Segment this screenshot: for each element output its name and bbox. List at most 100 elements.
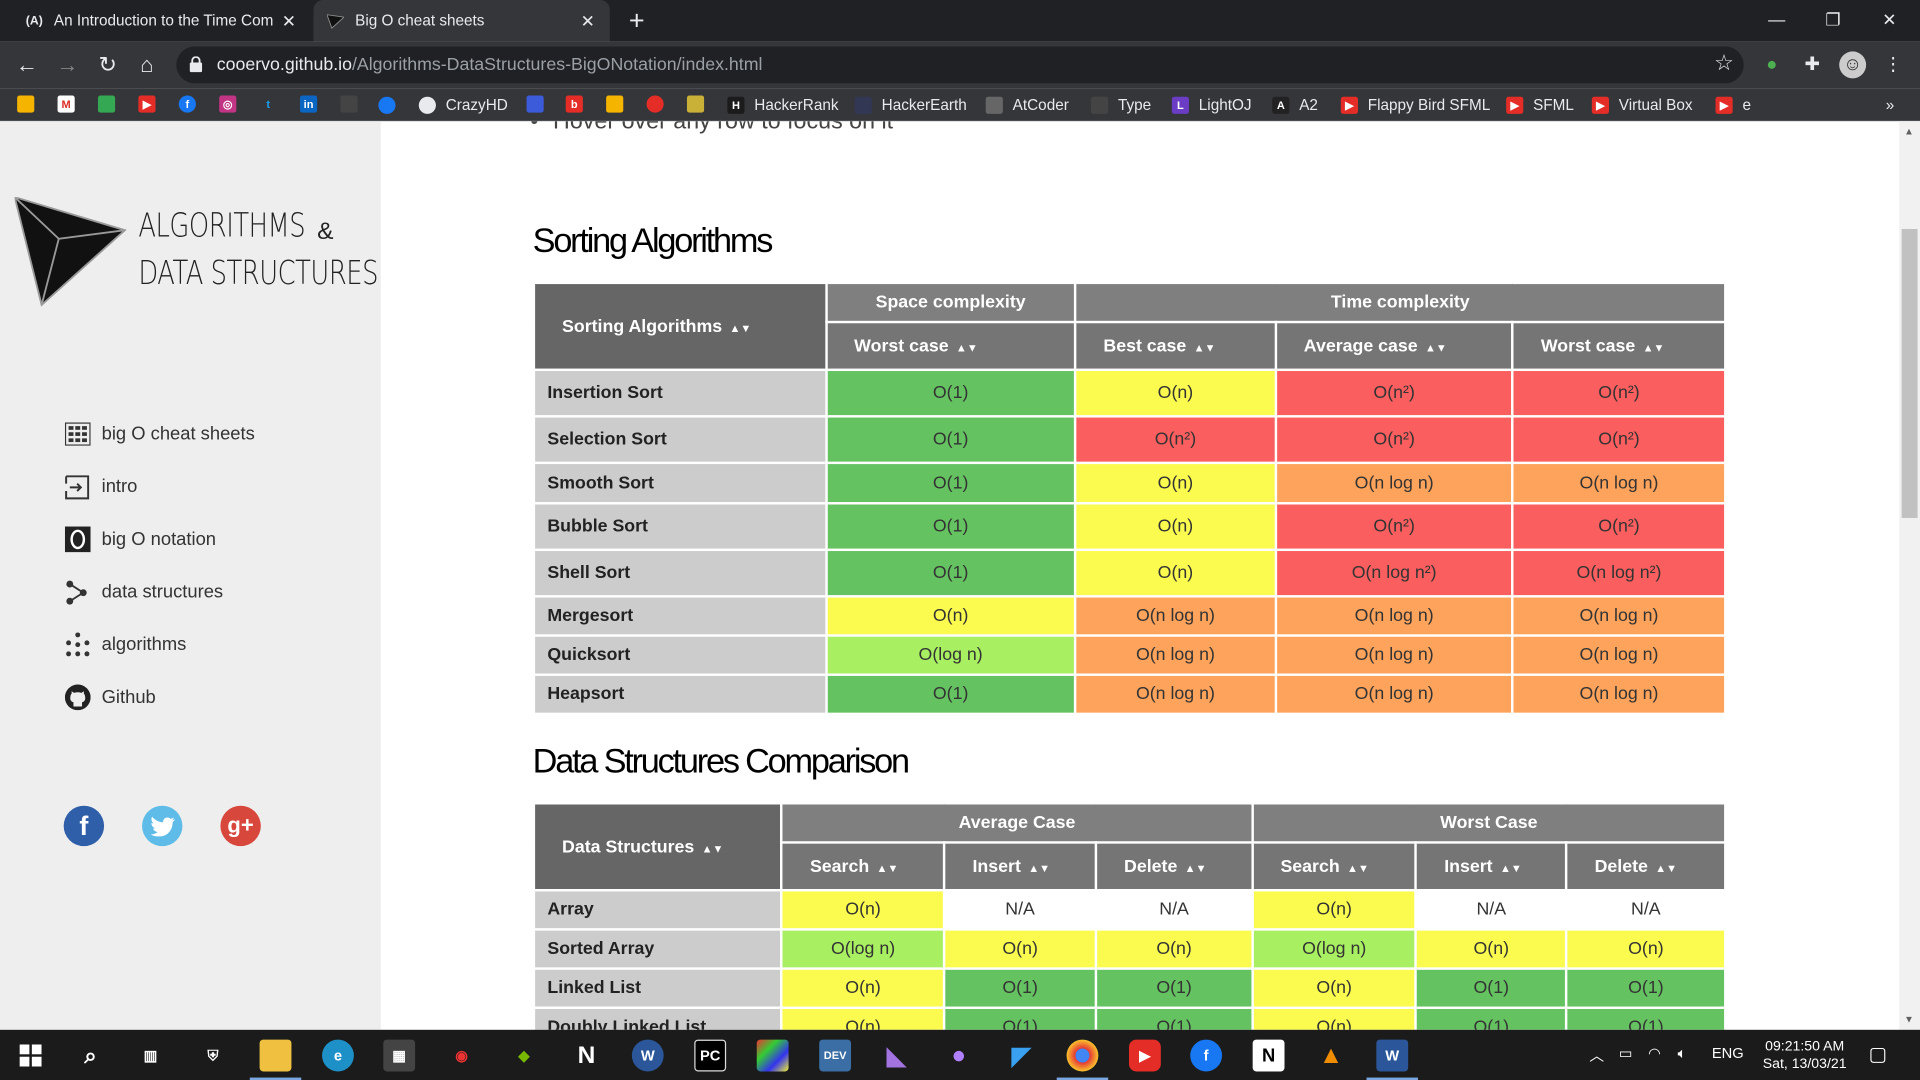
google-plus-icon[interactable]: g+ xyxy=(220,805,261,847)
omnibox[interactable]: cooervo.github.io/Algorithms-DataStructu… xyxy=(176,46,1744,84)
facebook-icon[interactable]: f xyxy=(178,95,196,113)
table-row[interactable]: Array O(n) N/A N/A O(n) N/A N/A xyxy=(532,888,1727,931)
bookmark-icon[interactable] xyxy=(686,95,705,113)
extension-icon[interactable]: ● xyxy=(1758,51,1785,78)
visual-studio-icon[interactable]: ◣ xyxy=(880,1040,912,1072)
notion-icon[interactable]: N xyxy=(1252,1039,1285,1072)
home-icon[interactable]: ⌂ xyxy=(132,51,161,78)
bookmark-hackerrank[interactable]: H HackerRank xyxy=(727,94,839,116)
bookmark-crazyhd[interactable] xyxy=(378,94,405,116)
bookmark-a2[interactable]: A A2 xyxy=(1272,94,1318,116)
app-w-icon[interactable]: W xyxy=(631,1039,664,1072)
youtube-icon[interactable]: ▶ xyxy=(138,95,156,113)
ds-column-header[interactable]: Search ▲▼ xyxy=(1251,841,1418,892)
ds-row-header[interactable]: Data Structures ▲▼ xyxy=(532,802,784,892)
app-icon[interactable]: ◉ xyxy=(446,1040,478,1072)
vscode-icon[interactable]: ◤ xyxy=(1005,1040,1037,1072)
edge-icon[interactable]: e xyxy=(322,1039,354,1072)
close-icon[interactable]: ✕ xyxy=(279,10,299,31)
nvidia-icon[interactable]: ◆ xyxy=(508,1040,540,1072)
table-row[interactable]: Heapsort O(1) O(n log n) O(n log n) O(n log … xyxy=(532,673,1727,716)
bookmark-icon[interactable] xyxy=(526,95,544,113)
bookmark-type[interactable]: Type xyxy=(1091,94,1151,116)
bookmarks-overflow-button[interactable]: » xyxy=(1886,94,1895,116)
sidebar-item-big-o-notation[interactable]: big O notation xyxy=(64,513,255,566)
github-desktop-icon[interactable]: ● xyxy=(943,1040,975,1072)
table-row[interactable]: Smooth Sort O(1) O(n) O(n log n) O(n log n) xyxy=(532,461,1727,505)
minimize-button[interactable]: — xyxy=(1749,0,1805,42)
bookmark-icon[interactable] xyxy=(646,95,664,113)
github-icon[interactable] xyxy=(340,95,358,113)
table-row[interactable]: Doubly Linked List O(n) O(1) O(1) O(n) O(1) O(… xyxy=(532,1006,1727,1030)
profile-avatar[interactable]: ☺ xyxy=(1839,51,1867,79)
twitter-icon[interactable]: t xyxy=(260,96,277,113)
search-icon[interactable]: ⌕ xyxy=(75,1040,107,1072)
battery-icon[interactable]: ▭ xyxy=(1619,1044,1633,1061)
best-case-header[interactable]: Best case ▲▼ xyxy=(1074,320,1277,372)
word-icon[interactable]: W xyxy=(1366,1039,1418,1080)
ds-column-header[interactable]: Search ▲▼ xyxy=(780,841,946,892)
twitter-icon[interactable] xyxy=(142,805,183,847)
store-icon[interactable]: ▦ xyxy=(383,1039,416,1072)
table-row[interactable]: Linked List O(n) O(1) O(1) O(n) O(1) O(1) xyxy=(532,967,1727,1009)
tab-big-o-cheat-sheets[interactable]: Big O cheat sheets ✕ xyxy=(313,0,610,42)
sidebar-item-github[interactable]: Github xyxy=(64,671,255,724)
wifi-icon[interactable]: ◠ xyxy=(1648,1044,1661,1061)
bookmark-star-icon[interactable]: ☆ xyxy=(1714,50,1734,76)
task-view-icon[interactable]: ▥ xyxy=(135,1040,167,1072)
bookmark-virtual-box[interactable]: ▶ Virtual Box xyxy=(1591,94,1693,116)
table-row[interactable]: Insertion Sort O(1) O(n) O(n²) O(n²) xyxy=(532,368,1727,418)
ds-column-header[interactable]: Delete ▲▼ xyxy=(1094,841,1254,892)
scroll-up-icon[interactable]: ▲ xyxy=(1904,126,1914,137)
language-indicator[interactable]: ENG xyxy=(1712,1044,1744,1061)
bookmark-e[interactable]: ▶ e xyxy=(1715,94,1751,116)
tab-introduction[interactable]: (A) An Introduction to the Time Com ✕ xyxy=(12,0,311,42)
worst-case-header[interactable]: Worst case ▲▼ xyxy=(1511,320,1727,372)
clock[interactable]: 09:21:50 AM Sat, 13/03/21 xyxy=(1763,1038,1847,1072)
facebook-icon[interactable]: f xyxy=(63,805,105,847)
youtube-icon[interactable]: ▶ xyxy=(1128,1039,1161,1072)
photos-icon[interactable] xyxy=(17,95,35,113)
scroll-down-icon[interactable]: ▼ xyxy=(1904,1014,1914,1025)
space-worst-header[interactable]: Worst case ▲▼ xyxy=(824,320,1077,372)
close-icon[interactable]: ✕ xyxy=(578,10,598,31)
table-row[interactable]: Sorted Array O(log n) O(n) O(n) O(log n) O(n)… xyxy=(532,928,1727,970)
app-colors-icon[interactable] xyxy=(756,1039,789,1072)
table-row[interactable]: Mergesort O(n) O(n log n) O(n log n) O(n log… xyxy=(532,595,1727,637)
table-row[interactable]: Bubble Sort O(1) O(n) O(n²) O(n²) xyxy=(532,502,1727,552)
back-button[interactable]: ← xyxy=(12,51,41,78)
bookmark-atcoder[interactable]: AtCoder xyxy=(985,94,1069,116)
scrollbar-thumb[interactable] xyxy=(1901,228,1918,518)
bookmark-flappy-bird[interactable]: ▶ Flappy Bird SFML xyxy=(1340,94,1490,116)
shield-icon[interactable]: ⛨ xyxy=(197,1040,229,1072)
ds-column-header[interactable]: Delete ▲▼ xyxy=(1565,841,1727,892)
windows-start-icon[interactable] xyxy=(15,1040,47,1072)
instagram-icon[interactable]: ◎ xyxy=(219,95,237,113)
average-case-header[interactable]: Average case ▲▼ xyxy=(1274,320,1514,372)
app-n-icon[interactable]: N xyxy=(571,1040,603,1072)
tray-chevron-icon[interactable]: ︿ xyxy=(1589,1044,1604,1065)
sidebar-item-intro[interactable]: intro xyxy=(64,460,255,513)
table-row[interactable]: Quicksort O(log n) O(n log n) O(n log n) O(n… xyxy=(532,634,1727,676)
volume-icon[interactable]: 🔈︎ xyxy=(1678,1044,1687,1062)
file-explorer-icon[interactable] xyxy=(249,1039,302,1080)
drive-icon[interactable] xyxy=(97,95,116,113)
notification-icon[interactable]: ▢ xyxy=(1869,1042,1888,1066)
table-row[interactable]: Shell Sort O(1) O(n) O(n log n²) O(n log n²) xyxy=(532,548,1727,598)
sidebar-item-algorithms[interactable]: algorithms xyxy=(64,618,255,671)
bookmark-hackerearth[interactable]: HackerEarth xyxy=(854,94,967,116)
bar-chart-icon[interactable] xyxy=(606,95,624,113)
bookmark-lightoj[interactable]: L LightOJ xyxy=(1171,94,1252,116)
sorting-row-header[interactable]: Sorting Algorithms ▲▼ xyxy=(532,281,828,372)
gmail-icon[interactable]: M xyxy=(57,95,75,113)
menu-kebab-icon[interactable]: ⋮ xyxy=(1880,51,1907,78)
close-window-button[interactable]: ✕ xyxy=(1861,0,1917,42)
bookmark-crazyhd-link[interactable]: CrazyHD xyxy=(418,94,508,116)
vlc-icon[interactable]: ▲ xyxy=(1315,1040,1347,1072)
puzzle-extensions-icon[interactable]: ✚ xyxy=(1799,51,1826,78)
bookmark-sfml[interactable]: ▶ SFML xyxy=(1506,94,1574,116)
facebook-icon[interactable]: f xyxy=(1190,1039,1223,1072)
linkedin-icon[interactable]: in xyxy=(300,95,318,113)
table-row[interactable]: Selection Sort O(1) O(n²) O(n²) O(n²) xyxy=(532,415,1727,465)
new-tab-button[interactable]: + xyxy=(622,5,651,37)
